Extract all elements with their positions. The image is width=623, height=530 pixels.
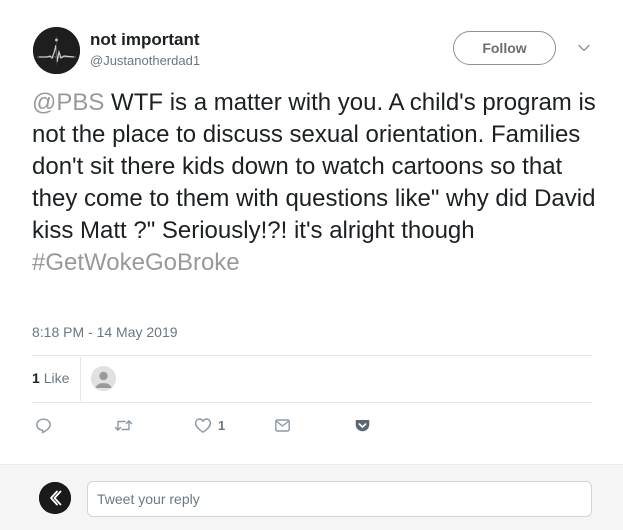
reply-icon (36, 418, 51, 433)
chevron-down-icon[interactable] (577, 41, 591, 55)
divider-top (32, 355, 592, 356)
likes-count[interactable]: 1 Like (32, 370, 69, 386)
reply-button[interactable] (35, 416, 52, 434)
retweet-button[interactable] (114, 416, 133, 434)
like-button[interactable]: 1 (194, 416, 225, 434)
author-display-name[interactable]: not important (90, 30, 200, 50)
pocket-save-button[interactable] (354, 416, 371, 434)
current-user-avatar[interactable] (39, 482, 71, 514)
pocket-save-icon (355, 419, 370, 431)
tweet-body: WTF is a matter with you. A child's prog… (32, 89, 596, 244)
like-count: 1 (218, 417, 226, 433)
likes-label: Like (43, 370, 70, 386)
stats-separator (80, 357, 81, 401)
tweet-text: @PBS WTF is a matter with you. A child's… (32, 87, 597, 279)
divider-bottom (32, 402, 592, 403)
direct-message-icon (275, 418, 290, 432)
retweet-icon (114, 419, 133, 431)
heart-icon (194, 417, 212, 433)
likes-number: 1 (32, 370, 40, 386)
author-handle[interactable]: @Justanotherdad1 (90, 53, 200, 68)
author-avatar[interactable] (33, 27, 80, 74)
tweet-timestamp[interactable]: 8:18 PM - 14 May 2019 (32, 324, 178, 340)
reply-input[interactable] (87, 481, 592, 517)
direct-message-button[interactable] (274, 416, 291, 434)
hashtag-link[interactable]: #GetWokeGoBroke (32, 249, 240, 276)
follow-button[interactable]: Follow (453, 31, 556, 65)
mention-link[interactable]: @PBS (32, 89, 104, 116)
liker-avatar[interactable] (91, 366, 116, 391)
